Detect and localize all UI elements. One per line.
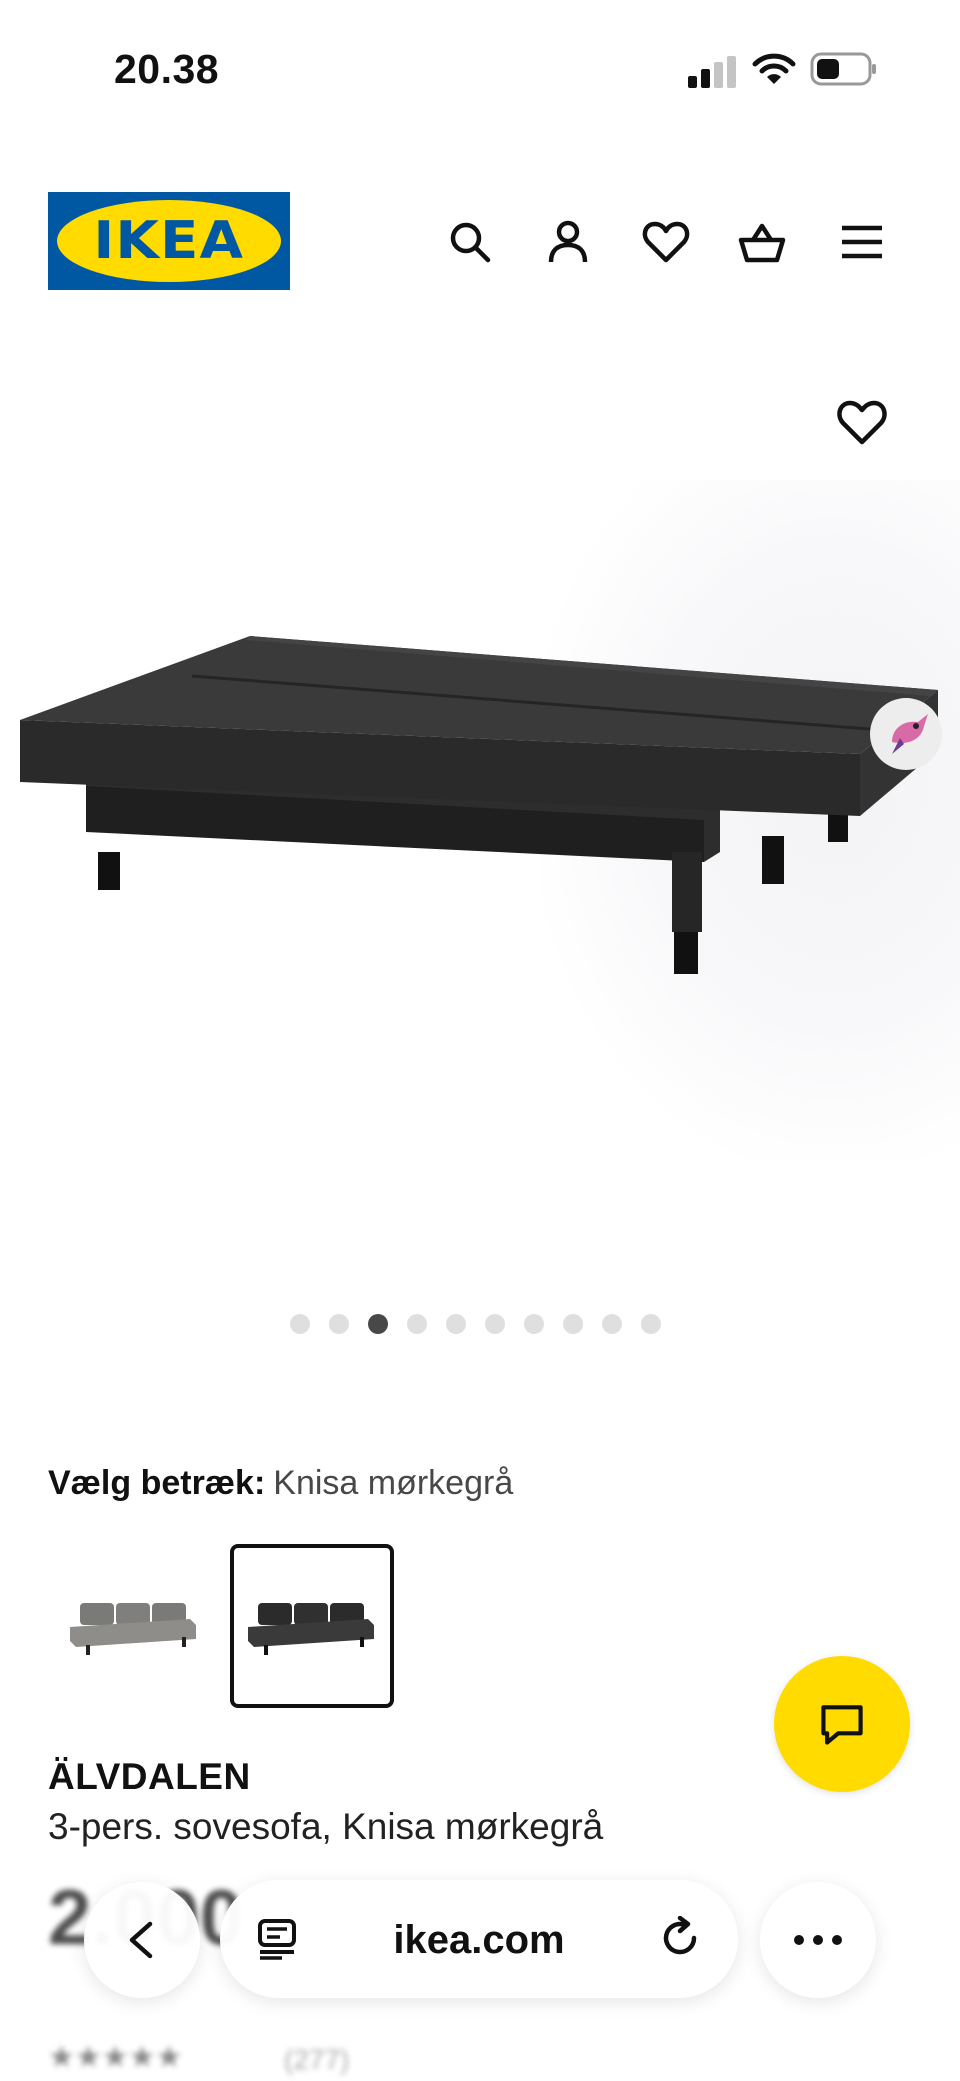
chat-icon: [821, 1705, 863, 1745]
gallery-pagination[interactable]: [290, 1314, 670, 1334]
chat-button[interactable]: [774, 1656, 910, 1792]
product-name: ÄLVDALEN: [48, 1756, 251, 1797]
gallery-dot[interactable]: [407, 1314, 427, 1334]
gallery-dot[interactable]: [485, 1314, 505, 1334]
gallery-dot[interactable]: [563, 1314, 583, 1334]
assistant-bird-icon[interactable]: [870, 698, 942, 770]
gallery-dot[interactable]: [329, 1314, 349, 1334]
reload-icon[interactable]: [658, 1916, 702, 1960]
product-description: 3-pers. sovesofa, Knisa mørkegrå: [48, 1806, 604, 1847]
search-icon[interactable]: [446, 218, 494, 266]
browser-more-button[interactable]: [760, 1882, 876, 1998]
gallery-dot[interactable]: [290, 1314, 310, 1334]
account-icon[interactable]: [544, 218, 592, 266]
battery-icon: [810, 52, 876, 86]
menu-icon[interactable]: [838, 218, 886, 266]
variant-thumb-dark-grey[interactable]: [230, 1544, 394, 1708]
cellular-signal-icon: [688, 56, 736, 88]
gallery-dot[interactable]: [602, 1314, 622, 1334]
rating-stars[interactable]: ★★★★★: [48, 2040, 182, 2075]
cover-value: Knisa mørkegrå: [273, 1464, 514, 1502]
ikea-logo[interactable]: IKEA: [48, 192, 290, 290]
status-time: 20.38: [114, 46, 220, 92]
heart-icon[interactable]: [642, 218, 690, 266]
chevron-left-icon: [129, 1921, 153, 1959]
gallery-dot[interactable]: [446, 1314, 466, 1334]
logo-oval: IKEA: [57, 200, 281, 282]
gallery-dot-active[interactable]: [368, 1314, 388, 1334]
review-count[interactable]: (277): [284, 2044, 349, 2076]
browser-back-button[interactable]: [84, 1882, 200, 1998]
wifi-icon: [752, 53, 796, 84]
cover-selection: Vælg betræk: Knisa mørkegrå: [48, 1464, 513, 1503]
variant-thumb-grey[interactable]: [52, 1544, 216, 1708]
gallery-dot[interactable]: [641, 1314, 661, 1334]
add-to-favourites-icon[interactable]: [836, 398, 888, 446]
address-bar[interactable]: ikea.com: [220, 1880, 738, 1998]
logo-text: IKEA: [93, 211, 245, 271]
gallery-dot[interactable]: [524, 1314, 544, 1334]
cover-label: Vælg betræk:: [48, 1464, 266, 1502]
product-image-sofa-bed[interactable]: [0, 480, 960, 1200]
basket-icon[interactable]: [738, 218, 786, 266]
more-options-icon: [794, 1935, 842, 1945]
